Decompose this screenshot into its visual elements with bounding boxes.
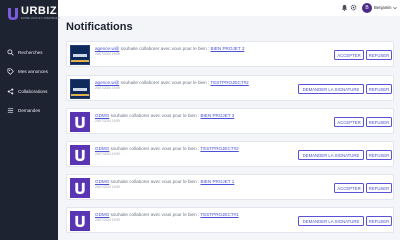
- notification-card: GDMG souhaite collaborer avec vous pour …: [66, 207, 394, 233]
- urbiz-logo-icon: [70, 211, 90, 231]
- refuse-button[interactable]: REFUSER: [366, 50, 392, 60]
- page-title: Notifications: [66, 21, 133, 33]
- sidebar-item-label: Mes annonces: [18, 68, 48, 74]
- notification-date: 20/07/2024 19:59: [95, 218, 120, 222]
- notification-date: 20/07/2024 19:59: [95, 119, 120, 123]
- refuse-button[interactable]: REFUSER: [366, 216, 392, 226]
- list-icon: [6, 106, 14, 114]
- request-signature-button[interactable]: DEMANDER LA SIGNATURE: [298, 150, 364, 160]
- sender-link[interactable]: agence.w@: [95, 80, 119, 85]
- notification-card: GDMG souhaite collaborer avec vous pour …: [66, 174, 394, 200]
- notification-message: GDMG souhaite collaborer avec vous pour …: [95, 113, 235, 118]
- accept-button[interactable]: ACCEPTER: [334, 183, 364, 193]
- sidebar-item-label: Collaborations: [18, 88, 48, 94]
- notification-card: agence.w@ souhaite collaborer avec vous …: [66, 75, 394, 101]
- refuse-button[interactable]: REFUSER: [366, 84, 392, 94]
- notification-card: GDMG souhaite collaborer avec vous pour …: [66, 108, 394, 134]
- notification-date: 20/07/2024 19:59: [95, 86, 120, 90]
- property-photo: [70, 45, 90, 65]
- notification-message: GDMG souhaite collaborer avec vous pour …: [95, 212, 239, 217]
- notification-message: GDMG souhaite collaborer avec vous pour …: [95, 179, 235, 184]
- urbiz-logo-icon: [70, 112, 90, 132]
- project-link[interactable]: BIEN PROJET 3: [211, 46, 245, 51]
- request-signature-button[interactable]: DEMANDER LA SIGNATURE: [298, 84, 364, 94]
- notification-date: 20/07/2024 19:59: [95, 52, 120, 56]
- urbiz-logo-icon: [70, 178, 90, 198]
- accept-button[interactable]: ACCEPTER: [334, 117, 364, 127]
- project-link[interactable]: TESTPROJECT#2: [200, 146, 238, 151]
- brand-logo[interactable]: URBIZ ENTRE VOUS ET L'IMMOBILIER: [7, 6, 60, 21]
- notification-card: agence.w@ souhaite collaborer avec vous …: [66, 41, 394, 67]
- sidebar-item-label: Demandes: [18, 107, 41, 113]
- sidebar: URBIZ ENTRE VOUS ET L'IMMOBILIER Recherc…: [0, 0, 60, 240]
- refuse-button[interactable]: REFUSER: [366, 150, 392, 160]
- tag-icon: [6, 67, 14, 75]
- share-icon: [6, 87, 14, 95]
- request-signature-button[interactable]: DEMANDER LA SIGNATURE: [298, 216, 364, 226]
- project-link[interactable]: BIEN PROJET 3: [200, 113, 234, 118]
- refuse-button[interactable]: REFUSER: [366, 117, 392, 127]
- brand-name: URBIZ: [21, 5, 58, 17]
- sidebar-item-demandes[interactable]: Demandes: [6, 105, 56, 115]
- sender-link[interactable]: GDMG: [95, 212, 109, 217]
- notification-message: agence.w@ souhaite collaborer avec vous …: [95, 80, 249, 85]
- accept-button[interactable]: ACCEPTER: [334, 50, 364, 60]
- notification-date: 20/07/2024 19:59: [95, 185, 120, 189]
- refuse-button[interactable]: REFUSER: [366, 183, 392, 193]
- sender-link[interactable]: GDMG: [95, 113, 109, 118]
- project-link[interactable]: TESTPROJECT#2: [210, 80, 248, 85]
- gear-icon[interactable]: [350, 4, 357, 11]
- notification-card: GDMG souhaite collaborer avec vous pour …: [66, 141, 394, 167]
- urbiz-logo-icon: [70, 145, 90, 165]
- sidebar-item-label: Recherches: [18, 49, 43, 55]
- project-link[interactable]: BIEN PROJET 1: [200, 179, 234, 184]
- user-name[interactable]: Benjamin: [374, 5, 391, 10]
- sidebar-item-recherches[interactable]: Recherches: [6, 47, 56, 57]
- urbiz-logo-icon: [8, 7, 18, 20]
- sidebar-item-mes-annonces[interactable]: Mes annonces: [6, 66, 56, 76]
- sender-link[interactable]: agence.w@: [95, 46, 119, 51]
- bell-icon[interactable]: [341, 4, 348, 11]
- chevron-down-icon[interactable]: [393, 6, 397, 10]
- search-icon: [6, 48, 14, 56]
- project-link[interactable]: TESTPROJECT#1: [200, 212, 238, 217]
- property-photo: [70, 79, 90, 99]
- sender-link[interactable]: GDMG: [95, 146, 109, 151]
- notification-date: 20/07/2024 19:59: [95, 152, 120, 156]
- sender-link[interactable]: GDMG: [95, 179, 109, 184]
- notification-message: agence.w@ souhaite collaborer avec vous …: [95, 46, 245, 51]
- notification-message: GDMG souhaite collaborer avec vous pour …: [95, 146, 239, 151]
- avatar[interactable]: B: [362, 3, 372, 13]
- top-bar: [58, 0, 400, 16]
- sidebar-item-collaborations[interactable]: Collaborations: [6, 86, 56, 96]
- brand-tagline: ENTRE VOUS ET L'IMMOBILIER: [21, 17, 60, 20]
